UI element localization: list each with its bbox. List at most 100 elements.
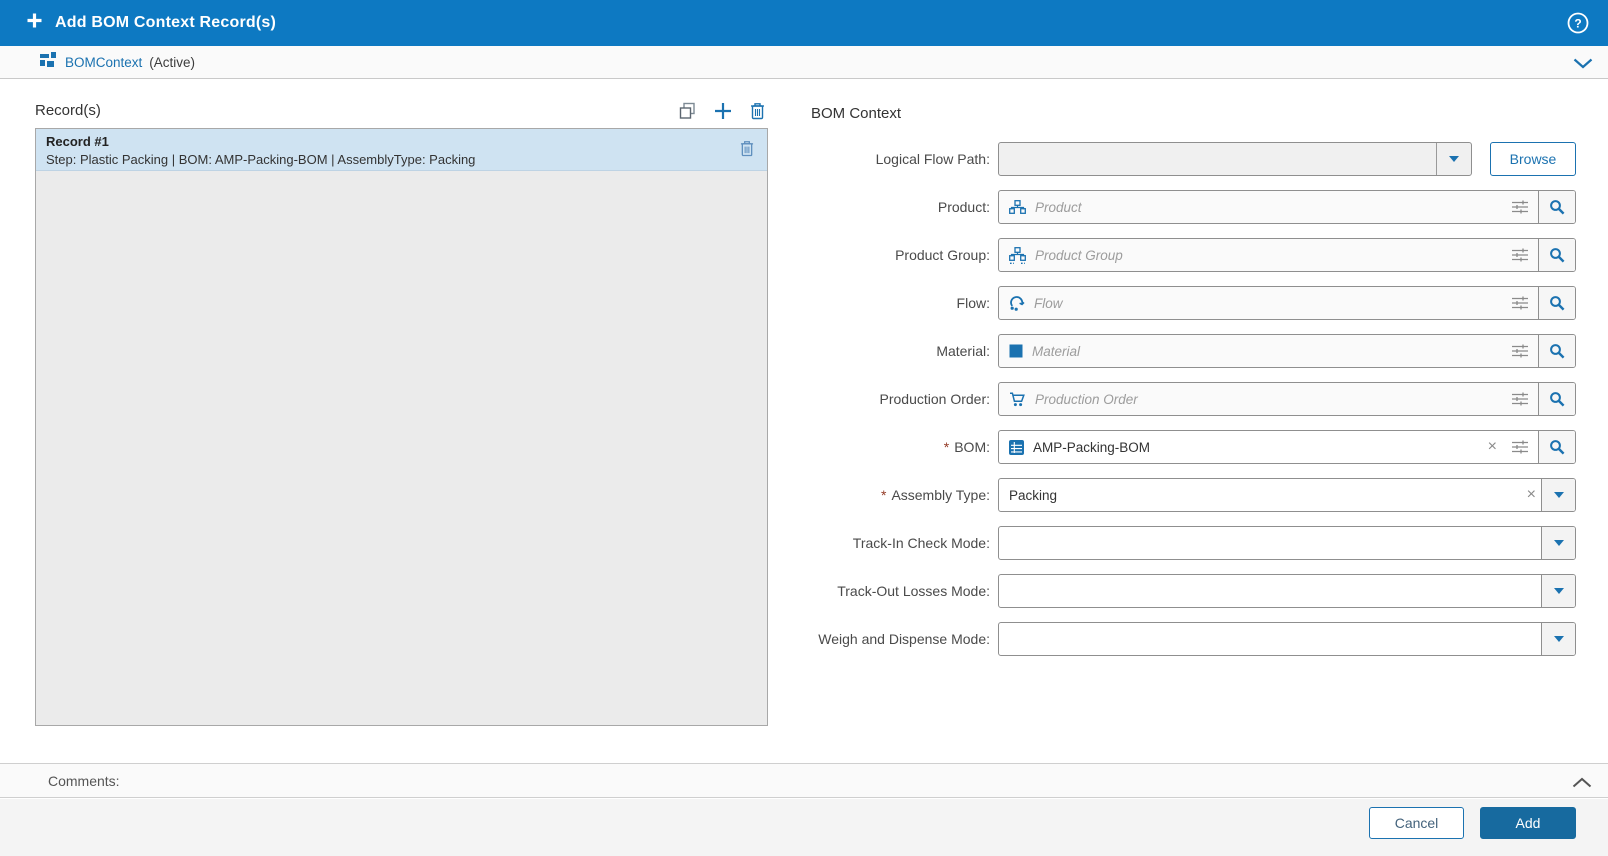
copy-record-icon[interactable]: [679, 102, 696, 120]
chevron-up-icon[interactable]: [1572, 775, 1592, 793]
search-icon[interactable]: [1538, 191, 1575, 223]
search-icon[interactable]: [1538, 431, 1575, 463]
field-row-bom: *BOM: ×: [798, 430, 1576, 464]
production-order-lookup: [998, 382, 1576, 416]
track-in-check-mode-dropdown: [998, 526, 1576, 560]
help-icon[interactable]: ?: [1566, 11, 1590, 35]
triangle-down-icon: [1554, 492, 1564, 498]
comments-section: Comments:: [0, 763, 1608, 798]
bom-lookup: ×: [998, 430, 1576, 464]
field-label: Production Order:: [798, 382, 990, 416]
delete-record-icon[interactable]: [750, 102, 765, 120]
field-label: Product:: [798, 190, 990, 224]
flow-lookup: [998, 286, 1576, 320]
field-label: Track-In Check Mode:: [798, 526, 990, 560]
product-group-lookup: [998, 238, 1576, 272]
search-icon[interactable]: [1538, 335, 1575, 367]
record-item[interactable]: Record #1 Step: Plastic Packing | BOM: A…: [36, 129, 767, 171]
record-title: Record #1: [46, 133, 727, 151]
triangle-down-icon: [1554, 540, 1564, 546]
material-input[interactable]: [1032, 335, 1502, 367]
filter-icon[interactable]: [1502, 191, 1538, 223]
add-record-icon[interactable]: [714, 102, 732, 120]
field-row-logical-flow-path: Logical Flow Path: Browse: [798, 142, 1576, 176]
product-icon: [999, 191, 1035, 223]
flow-icon: [999, 287, 1034, 319]
svg-text:?: ?: [1574, 17, 1581, 31]
records-toolbar: [35, 98, 768, 124]
track-out-losses-mode-input[interactable]: [999, 575, 1541, 607]
combobox-dropdown-button[interactable]: [1436, 143, 1471, 175]
field-label: *BOM:: [798, 430, 990, 464]
record-delete-icon[interactable]: [740, 140, 754, 162]
weigh-and-dispense-mode-dropdown: [998, 622, 1576, 656]
record-list: Record #1 Step: Plastic Packing | BOM: A…: [35, 128, 768, 726]
clear-icon[interactable]: ×: [1483, 431, 1502, 463]
logical-flow-path-input[interactable]: [999, 143, 1436, 175]
field-label: Track-Out Losses Mode:: [798, 574, 990, 608]
field-row-product-group: Product Group:: [798, 238, 1576, 272]
filter-icon[interactable]: [1502, 383, 1538, 415]
filter-icon[interactable]: [1502, 239, 1538, 271]
clear-icon[interactable]: ×: [1522, 479, 1541, 511]
material-lookup: [998, 334, 1576, 368]
field-row-flow: Flow:: [798, 286, 1576, 320]
field-label: Weigh and Dispense Mode:: [798, 622, 990, 656]
record-summary: Step: Plastic Packing | BOM: AMP-Packing…: [46, 151, 727, 168]
entity-status: (Active): [149, 55, 195, 70]
product-input[interactable]: [1035, 191, 1502, 223]
field-row-material: Material:: [798, 334, 1576, 368]
weigh-and-dispense-mode-input[interactable]: [999, 623, 1541, 655]
dialog-title: Add BOM Context Record(s): [55, 14, 276, 32]
required-marker: *: [944, 439, 949, 455]
material-icon: [999, 335, 1032, 367]
browse-button[interactable]: Browse: [1490, 142, 1576, 176]
filter-icon[interactable]: [1502, 335, 1538, 367]
dropdown-button[interactable]: [1541, 527, 1575, 559]
filter-icon[interactable]: [1502, 287, 1538, 319]
production-order-cart-icon: [999, 383, 1035, 415]
cancel-button[interactable]: Cancel: [1369, 807, 1464, 839]
triangle-down-icon: [1554, 636, 1564, 642]
field-label: Logical Flow Path:: [798, 142, 990, 176]
field-row-assembly-type: *Assembly Type: ×: [798, 478, 1576, 512]
plus-icon: [26, 12, 43, 34]
field-row-production-order: Production Order:: [798, 382, 1576, 416]
bom-context-entity-icon: [40, 52, 57, 72]
track-in-check-mode-input[interactable]: [999, 527, 1541, 559]
search-icon[interactable]: [1538, 383, 1575, 415]
bom-input[interactable]: [1033, 431, 1483, 463]
product-lookup: [998, 190, 1576, 224]
dropdown-button[interactable]: [1541, 479, 1575, 511]
required-marker: *: [881, 487, 886, 503]
dropdown-button[interactable]: [1541, 575, 1575, 607]
field-row-product: Product:: [798, 190, 1576, 224]
field-row-track-in-check-mode: Track-In Check Mode:: [798, 526, 1576, 560]
dropdown-button[interactable]: [1541, 623, 1575, 655]
field-label: Material:: [798, 334, 990, 368]
search-icon[interactable]: [1538, 239, 1575, 271]
comments-label: Comments:: [48, 773, 120, 789]
production-order-input[interactable]: [1035, 383, 1502, 415]
flow-input[interactable]: [1034, 287, 1502, 319]
search-icon[interactable]: [1538, 287, 1575, 319]
product-group-input[interactable]: [1035, 239, 1502, 271]
bom-table-icon: [999, 431, 1033, 463]
field-label: Flow:: [798, 286, 990, 320]
field-row-track-out-losses-mode: Track-Out Losses Mode:: [798, 574, 1576, 608]
bom-context-form: Logical Flow Path: Browse Product:: [798, 142, 1576, 672]
form-title: BOM Context: [811, 105, 901, 122]
add-button[interactable]: Add: [1480, 807, 1576, 839]
entity-name: BOMContext: [65, 55, 142, 70]
entity-bar: BOMContext (Active): [0, 46, 1608, 79]
assembly-type-dropdown: ×: [998, 478, 1576, 512]
product-group-icon: [999, 239, 1035, 271]
assembly-type-input[interactable]: [999, 479, 1522, 511]
triangle-down-icon: [1449, 156, 1459, 162]
triangle-down-icon: [1554, 588, 1564, 594]
filter-icon[interactable]: [1502, 431, 1538, 463]
logical-flow-path-combobox[interactable]: [998, 142, 1472, 176]
track-out-losses-mode-dropdown: [998, 574, 1576, 608]
field-row-weigh-and-dispense-mode: Weigh and Dispense Mode:: [798, 622, 1576, 656]
chevron-down-icon[interactable]: [1573, 56, 1593, 74]
